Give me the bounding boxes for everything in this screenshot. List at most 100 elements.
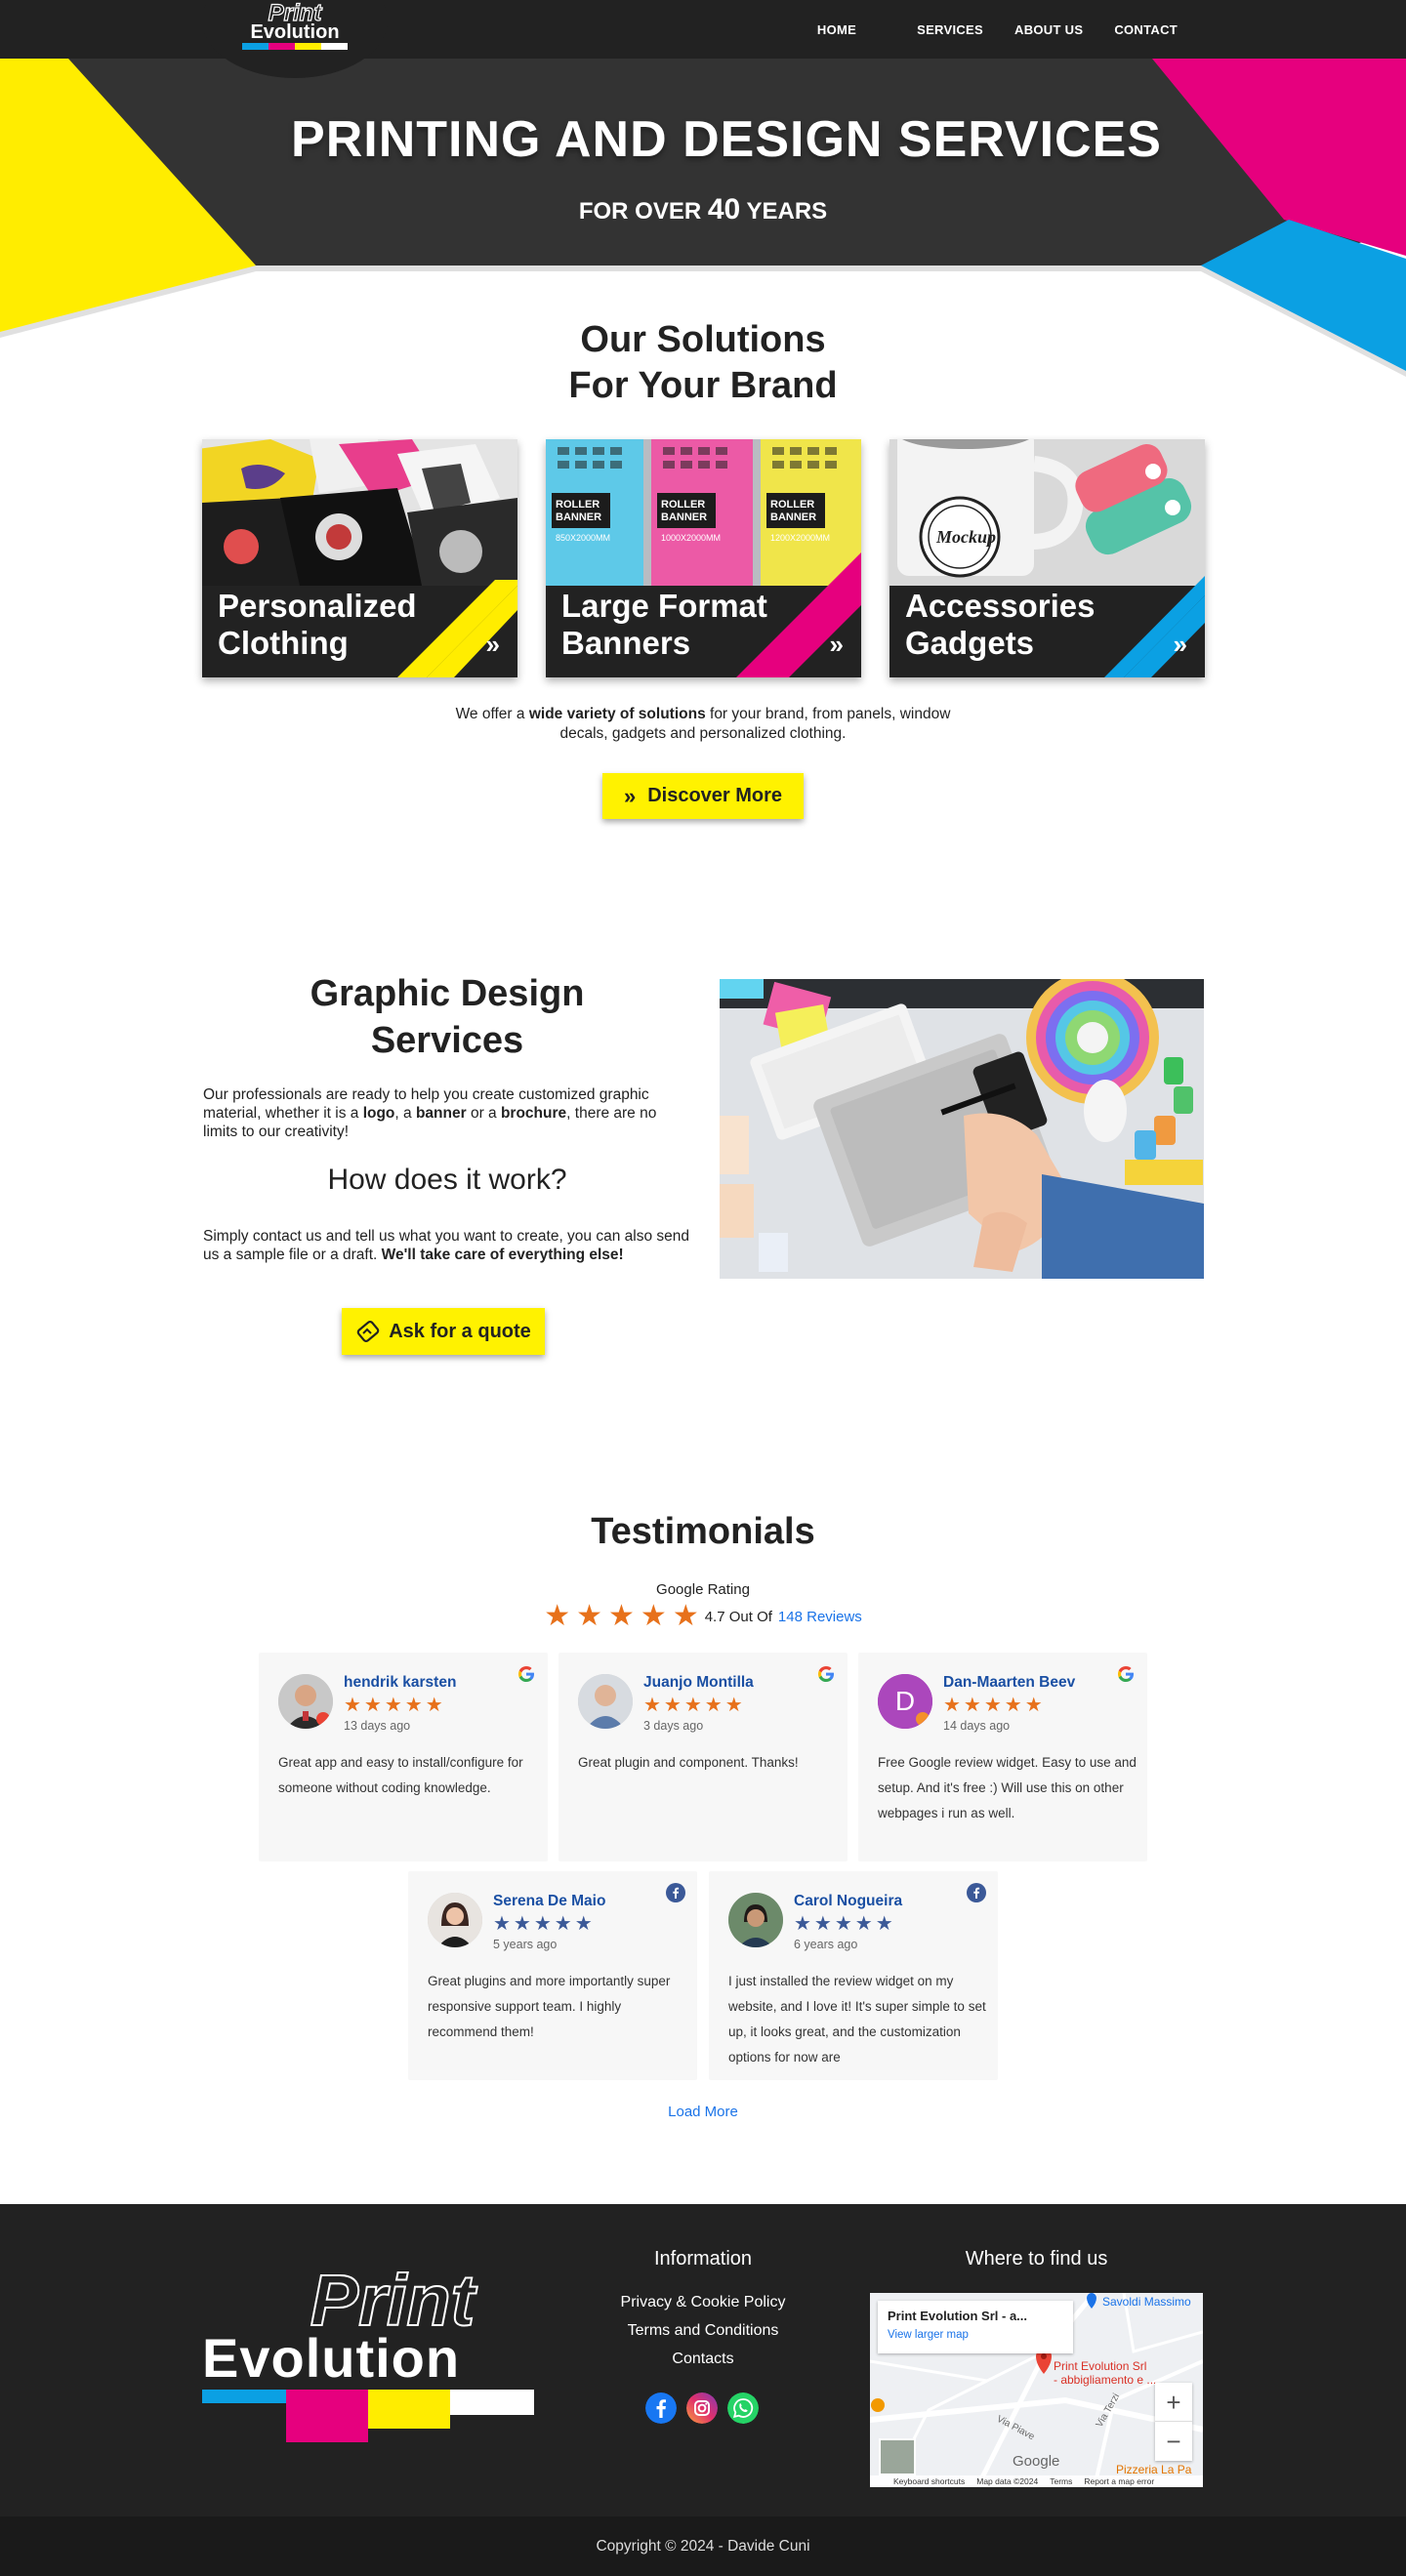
- avatar-initial: D: [894, 1686, 916, 1716]
- star-icon: ★: [640, 1600, 667, 1632]
- star-icon: ★: [544, 1600, 571, 1632]
- star-icon: ★: [608, 1600, 635, 1632]
- footer-map-title: Where to find us: [965, 2248, 1108, 2269]
- hero-sub-pre: FOR OVER: [578, 198, 702, 225]
- hero-sub-post: YEARS: [746, 198, 828, 225]
- contacts-link[interactable]: Contacts: [557, 2351, 849, 2368]
- banner-size-2: 1000X2000MM: [661, 533, 721, 543]
- svg-text:BANNER: BANNER: [770, 511, 816, 523]
- svg-text:ROLLER: ROLLER: [770, 499, 814, 511]
- review-stars: ★★★★★: [643, 1695, 746, 1716]
- clothing-photo: [202, 439, 517, 586]
- page: HOME SERVICES ABOUT US CONTACT Print Evo…: [0, 0, 1406, 2576]
- review-text: Great app and easy to install/configure …: [278, 1755, 523, 1795]
- map-terms[interactable]: Terms: [1050, 2475, 1072, 2487]
- reviewer-avatar: [578, 1674, 633, 1729]
- nav-services[interactable]: SERVICES: [901, 22, 999, 37]
- logo-print-text: Print: [268, 0, 322, 26]
- reviewer-name[interactable]: Juanjo Montilla: [643, 1674, 754, 1692]
- google-rating-summary: ★ ★ ★ ★ ★ 4.7 Out Of 148 Reviews: [0, 1602, 1406, 1631]
- card-large-format-banners[interactable]: ROLLER BANNER ROLLER BANNER ROLLER BANNE…: [546, 439, 861, 677]
- map-poi-1: Savoldi Massimo: [1102, 2295, 1191, 2309]
- nav-contact[interactable]: CONTACT: [1098, 22, 1193, 37]
- privacy-policy-link[interactable]: Privacy & Cookie Policy: [557, 2294, 849, 2311]
- chevron-right-double-icon: »: [623, 783, 637, 808]
- map-report[interactable]: Report a map error: [1084, 2475, 1154, 2487]
- footer-cmyk-bar: [202, 2390, 534, 2442]
- map-pin-label: Print Evolution Srl - abbigliamento e ..…: [1054, 2359, 1157, 2387]
- review-text: Free Google review widget. Easy to use a…: [878, 1755, 1137, 1820]
- star-icon: ★: [672, 1600, 699, 1632]
- card-accessories-gadgets[interactable]: Mockup Accessories Gadgets »: [889, 439, 1205, 677]
- review-text: Great plugins and more importantly super…: [428, 1974, 671, 2039]
- zoom-in-button[interactable]: +: [1155, 2383, 1192, 2422]
- solutions-intro-text: We offer a wide variety of solutions for…: [455, 706, 951, 742]
- banner-label-1: ROLLER: [556, 499, 600, 511]
- map-larger-link[interactable]: View larger map: [888, 2329, 1063, 2341]
- logo-evolution-text: Evolution: [250, 21, 340, 43]
- reviewer-avatar: D: [878, 1674, 932, 1729]
- review-date: 5 years ago: [493, 1938, 558, 1951]
- review-card: Serena De Maio ★★★★★ 5 years ago Great p…: [408, 1871, 697, 2080]
- handshake-icon: [356, 1320, 380, 1343]
- reviewer-avatar: [428, 1893, 482, 1947]
- chevron-right-double-icon: »: [485, 630, 500, 659]
- footer-logo[interactable]: Print Evolution: [202, 2260, 534, 2444]
- google-map[interactable]: Print Evolution Srl - a... View larger m…: [870, 2293, 1203, 2487]
- banner-size-1: 850X2000MM: [556, 533, 610, 543]
- discover-more-button[interactable]: » Discover More: [602, 773, 804, 819]
- reviewer-name[interactable]: Serena De Maio: [493, 1893, 605, 1910]
- google-icon: [1118, 1666, 1134, 1682]
- discover-more-label: Discover More: [647, 785, 783, 806]
- card-label: Accessories Gadgets: [905, 588, 1096, 661]
- reviews-count-link[interactable]: 148 Reviews: [778, 1609, 862, 1625]
- reviewer-avatar: [278, 1674, 333, 1729]
- review-stars: ★★★★★: [344, 1695, 446, 1716]
- chevron-right-double-icon: »: [1173, 630, 1187, 659]
- chevron-right-double-icon: »: [829, 630, 844, 659]
- facebook-icon[interactable]: [645, 2392, 677, 2424]
- review-card: Carol Nogueira ★★★★★ 6 years ago I just …: [709, 1871, 998, 2080]
- load-more-link[interactable]: Load More: [0, 2104, 1406, 2120]
- copyright-bar: Copyright © 2024 - Davide Cuni: [0, 2516, 1406, 2576]
- google-icon: [818, 1666, 834, 1682]
- google-icon: [518, 1666, 534, 1682]
- graphic-design-paragraph: Our professionals are ready to help you …: [203, 1086, 657, 1140]
- review-stars: ★★★★★: [493, 1913, 596, 1935]
- graphic-design-title: Graphic Design Services: [310, 973, 585, 1061]
- footer-logo-print: Print: [310, 2260, 476, 2341]
- how-it-works-paragraph: Simply contact us and tell us what you w…: [203, 1228, 689, 1263]
- map-place-card: Print Evolution Srl - a... View larger m…: [878, 2301, 1073, 2353]
- reviewer-name[interactable]: Carol Nogueira: [794, 1893, 902, 1910]
- zoom-out-button[interactable]: −: [1155, 2422, 1192, 2461]
- review-date: 13 days ago: [344, 1719, 411, 1733]
- star-icon: ★: [576, 1600, 602, 1632]
- map-place-name: Print Evolution Srl - a...: [888, 2309, 1028, 2323]
- reviewer-avatar: [728, 1893, 783, 1947]
- solutions-title: Our Solutions For Your Brand: [0, 317, 1406, 409]
- map-zoom-control: + −: [1155, 2383, 1192, 2461]
- whatsapp-icon[interactable]: [727, 2392, 759, 2424]
- review-date: 6 years ago: [794, 1938, 858, 1951]
- card-label: Personalized Clothing: [218, 588, 417, 661]
- footer-info-title: Information: [653, 2248, 753, 2269]
- map-shortcuts[interactable]: Keyboard shortcuts: [893, 2475, 965, 2487]
- review-date: 14 days ago: [943, 1719, 1011, 1733]
- reviewer-name[interactable]: Dan-Maarten Beev: [943, 1674, 1075, 1692]
- footer-logo-evolution: Evolution: [202, 2327, 461, 2389]
- ask-quote-button[interactable]: Ask for a quote: [342, 1308, 545, 1355]
- svg-text:BANNER: BANNER: [661, 511, 707, 523]
- reviewer-name[interactable]: hendrik karsten: [344, 1674, 456, 1692]
- review-card: Juanjo Montilla ★★★★★ 3 days ago Great p…: [558, 1653, 848, 1861]
- nav-home[interactable]: HOME: [802, 22, 872, 37]
- review-stars: ★★★★★: [794, 1913, 896, 1935]
- nav-about-us[interactable]: ABOUT US: [999, 22, 1098, 37]
- card-personalized-clothing[interactable]: Personalized Clothing »: [202, 439, 517, 677]
- svg-text:ROLLER: ROLLER: [661, 499, 705, 511]
- review-text: Great plugin and component. Thanks!: [578, 1755, 799, 1770]
- svg-text:Mockup: Mockup: [935, 527, 996, 547]
- terms-link[interactable]: Terms and Conditions: [557, 2322, 849, 2340]
- logo-cmyk-bar: [242, 43, 348, 50]
- banner-size-3: 1200X2000MM: [770, 533, 830, 543]
- instagram-icon[interactable]: [686, 2392, 718, 2424]
